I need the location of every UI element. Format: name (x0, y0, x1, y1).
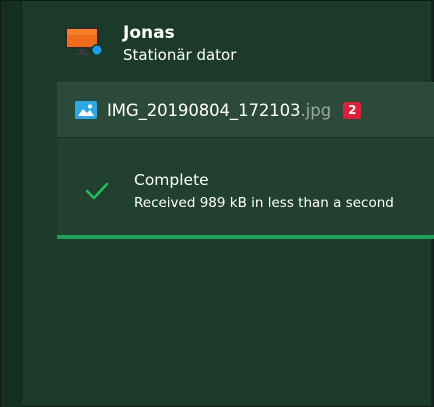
file-row[interactable]: IMG_20190804_172103 .jpg 2 (57, 82, 434, 138)
status-title: Complete (134, 171, 209, 189)
transfer-status-panel: Complete Received 989 kB in less than a … (57, 138, 434, 238)
left-sidebar-strip (1, 1, 22, 407)
device-name: Jonas (123, 23, 175, 43)
device-header: Jonas Stationär dator (65, 23, 236, 65)
file-extension: .jpg (300, 100, 332, 120)
device-type: Stationär dator (123, 46, 237, 64)
status-detail: Received 989 kB in less than a second (134, 195, 394, 211)
progress-bar (57, 235, 434, 239)
file-count-badge: 2 (343, 101, 362, 119)
progress-fill (57, 235, 434, 239)
desktop-monitor-icon (65, 23, 105, 59)
transfer-window: Jonas Stationär dator IMG_20190804_17210… (0, 0, 434, 407)
checkmark-icon (84, 181, 110, 201)
image-icon (75, 101, 97, 119)
file-name: IMG_20190804_172103 (107, 100, 301, 120)
